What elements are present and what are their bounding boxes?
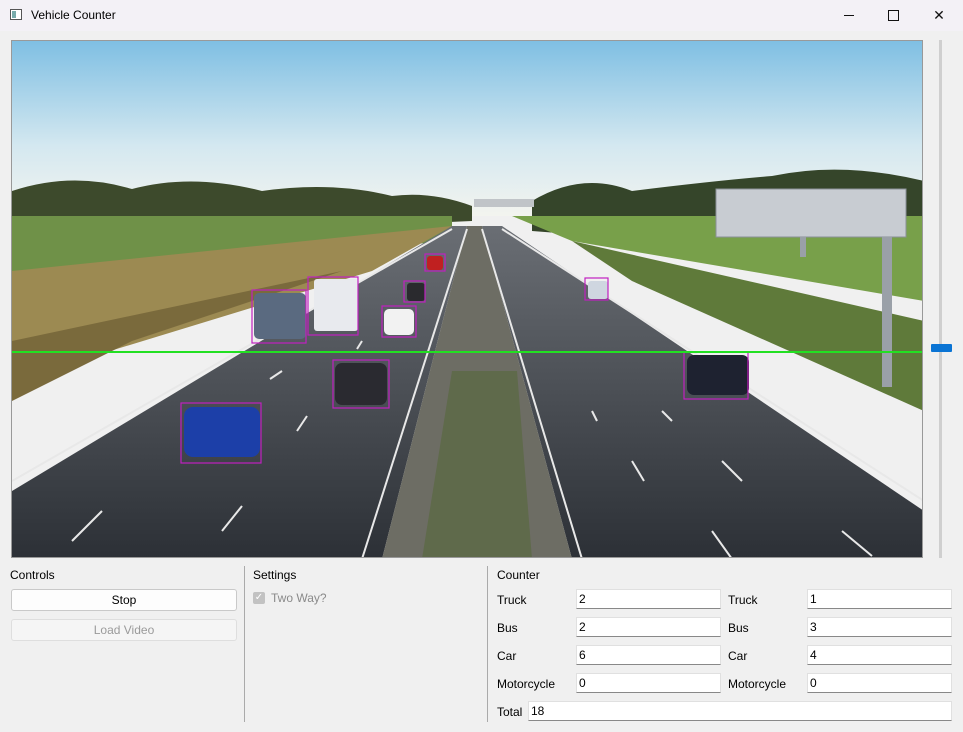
truck-count-field-right[interactable]: 1 — [807, 589, 952, 609]
controls-group-title: Controls — [10, 568, 55, 582]
line-position-slider[interactable] — [939, 40, 942, 558]
counter-label-right: Motorcycle — [728, 677, 787, 691]
counter-label-left: Truck — [497, 593, 527, 607]
maximize-button[interactable] — [870, 0, 916, 31]
counter-label-left: Bus — [497, 621, 518, 635]
motorcycle-count-field-right[interactable]: 0 — [807, 673, 952, 693]
app-window-icon — [10, 9, 22, 20]
truck-count-field-left[interactable]: 2 — [576, 589, 721, 609]
checkmark-icon: ✓ — [253, 592, 265, 604]
counter-group-title: Counter — [497, 568, 540, 582]
minimize-button[interactable] — [826, 0, 872, 31]
stop-button[interactable]: Stop — [11, 589, 237, 611]
two-way-label: Two Way? — [271, 591, 327, 605]
counter-label-left: Motorcycle — [497, 677, 556, 691]
close-button[interactable]: ✕ — [916, 0, 962, 31]
counter-label-right: Truck — [728, 593, 758, 607]
title-bar: Vehicle Counter ✕ — [0, 0, 963, 31]
maximize-icon — [887, 10, 899, 21]
load-video-button[interactable]: Load Video — [11, 619, 237, 641]
car-count-field-right[interactable]: 4 — [807, 645, 952, 665]
car-count-field-left[interactable]: 6 — [576, 645, 721, 665]
counter-label-right: Car — [728, 649, 748, 663]
divider — [244, 566, 245, 722]
total-label: Total — [497, 705, 523, 719]
counter-label-right: Bus — [728, 621, 749, 635]
bus-count-field-left[interactable]: 2 — [576, 617, 721, 637]
video-scene — [12, 41, 922, 557]
counter-label-left: Car — [497, 649, 517, 663]
total-count-field[interactable]: 18 — [528, 701, 952, 721]
divider — [487, 566, 488, 722]
motorcycle-count-field-left[interactable]: 0 — [576, 673, 721, 693]
two-way-checkbox[interactable]: ✓ Two Way? — [253, 591, 327, 605]
minimize-icon — [844, 15, 854, 16]
window-title: Vehicle Counter — [31, 8, 116, 22]
slider-handle[interactable] — [931, 344, 952, 352]
close-icon: ✕ — [933, 7, 945, 23]
settings-group-title: Settings — [253, 568, 297, 582]
bus-count-field-right[interactable]: 3 — [807, 617, 952, 637]
video-frame — [11, 40, 923, 558]
